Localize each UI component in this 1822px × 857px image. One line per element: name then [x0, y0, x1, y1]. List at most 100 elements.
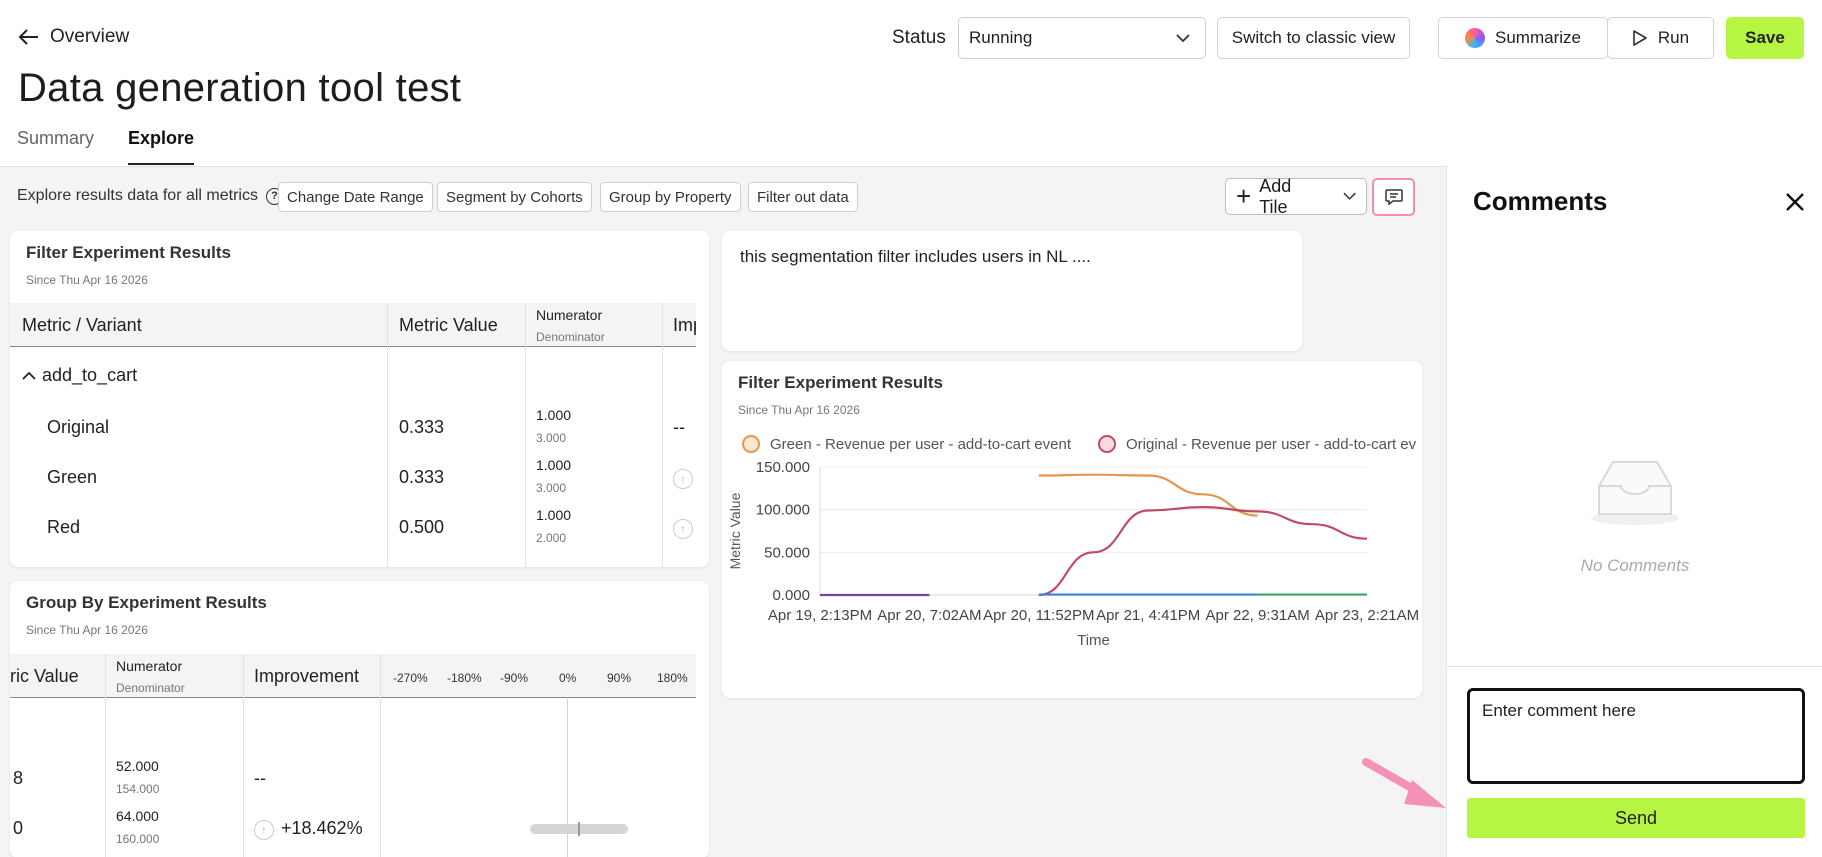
x-axis-label: Time: [1077, 632, 1110, 649]
y-tick-label: 150.000: [756, 459, 810, 476]
summarize-label: Summarize: [1495, 28, 1581, 47]
axis-tick: 90%: [607, 671, 632, 685]
header-numerator: Numerator: [536, 307, 603, 323]
panel-divider: [1447, 666, 1822, 667]
tab-explore[interactable]: Explore: [128, 128, 195, 165]
group-by-property-button[interactable]: Group by Property: [600, 182, 741, 212]
series-line: [1038, 506, 1368, 597]
empty-inbox-icon: [1591, 461, 1679, 525]
send-button[interactable]: Send: [1467, 798, 1805, 838]
denominator-value: 154.000: [116, 782, 160, 796]
back-label: Overview: [50, 26, 130, 47]
header-metric-value: ric Value: [10, 666, 79, 686]
improvement-arrow-icon: ↑: [673, 519, 693, 539]
y-tick-label: 0.000: [772, 587, 810, 604]
y-tick-label: 100.000: [756, 502, 810, 519]
axis-tick: -180%: [447, 671, 482, 685]
header-improvement: Imp: [673, 315, 696, 335]
arrow-left-icon: [18, 29, 38, 45]
filter-results-table: Metric / Variant Metric Value Numerator …: [10, 303, 696, 567]
note-card[interactable]: this segmentation filter includes users …: [722, 231, 1302, 351]
axis-tick: 180%: [657, 671, 688, 685]
play-icon: [1633, 30, 1647, 46]
numerator-value: 1.000: [536, 457, 572, 473]
improvement-arrow-icon: ↑: [673, 469, 693, 489]
group-label: add_to_cart: [42, 365, 138, 385]
improvement-value: --: [254, 768, 266, 788]
ai-orb-icon: [1465, 28, 1486, 48]
explore-description: Explore results data for all metrics ?: [17, 187, 283, 205]
group-row[interactable]: add_to_cart: [22, 365, 137, 386]
x-tick-label: Apr 19, 2:13PM: [768, 607, 872, 624]
add-tile-label: Add Tile: [1259, 175, 1292, 217]
change-date-range-button[interactable]: Change Date Range: [278, 182, 433, 212]
empty-comments-text: No Comments: [1580, 556, 1690, 575]
explore-text: Explore results data for all metrics: [17, 187, 258, 204]
back-link[interactable]: Overview: [18, 26, 129, 48]
run-button[interactable]: Run: [1607, 17, 1714, 59]
numerator-value: 1.000: [536, 407, 572, 423]
header-denominator: Denominator: [116, 681, 185, 695]
tab-summary[interactable]: Summary: [17, 128, 94, 165]
header-metric-variant: Metric / Variant: [22, 315, 142, 335]
switch-classic-label: Switch to classic view: [1231, 28, 1396, 47]
improvement-value: +18.462%: [281, 818, 363, 838]
numerator-value: 64.000: [116, 808, 159, 824]
switch-classic-view-button[interactable]: Switch to classic view: [1217, 17, 1410, 59]
comments-toggle-button[interactable]: [1372, 178, 1415, 216]
x-tick-label: Apr 23, 2:21AM: [1315, 607, 1419, 624]
note-text: this segmentation filter includes users …: [740, 247, 1091, 266]
filter-results-card: Filter Experiment Results Since Thu Apr …: [10, 231, 709, 567]
improvement-arrow-icon: ↑: [254, 820, 274, 840]
status-select[interactable]: Running: [958, 17, 1206, 59]
add-tile-button[interactable]: + Add Tile: [1225, 175, 1367, 217]
run-label: Run: [1657, 28, 1690, 47]
metric-value: 0.500: [399, 517, 445, 537]
denominator-value: 3.000: [536, 431, 567, 445]
y-tick-label: 50.000: [764, 544, 810, 561]
segment-by-cohorts-button[interactable]: Segment by Cohorts: [437, 182, 592, 212]
comment-input[interactable]: [1467, 688, 1805, 784]
metric-value: 0.333: [399, 467, 445, 487]
metric-value: 8: [13, 768, 24, 788]
filter-out-data-button[interactable]: Filter out data: [748, 182, 858, 212]
status-label: Status: [892, 27, 946, 48]
comments-title: Comments: [1473, 186, 1608, 216]
numerator-value: 52.000: [116, 758, 159, 774]
card-subtitle: Since Thu Apr 16 2026: [26, 623, 148, 637]
card-title: Filter Experiment Results: [26, 243, 232, 262]
pointer-arrow-icon: [1362, 758, 1446, 808]
line-chart: 150.000 100.000 50.000 0.000 Apr 19, 2:13PM A…: [727, 459, 1419, 649]
save-button[interactable]: Save: [1726, 17, 1804, 59]
save-label: Save: [1745, 28, 1785, 47]
header-denominator: Denominator: [536, 330, 605, 344]
chevron-up-icon: [22, 371, 36, 380]
metric-value: 0: [13, 818, 24, 838]
summarize-button[interactable]: Summarize: [1438, 17, 1608, 59]
chevron-down-icon: [1176, 34, 1190, 43]
comment-icon: [1384, 189, 1403, 206]
variant-name: Red: [47, 517, 81, 537]
improvement-value: --: [673, 417, 685, 437]
card-subtitle: Since Thu Apr 16 2026: [26, 273, 148, 287]
status-value: Running: [969, 28, 1033, 47]
x-tick-label: Apr 21, 4:41PM: [1096, 607, 1200, 624]
explore-area: Explore results data for all metrics ? C…: [0, 166, 1446, 857]
axis-tick: -90%: [500, 671, 529, 685]
numerator-value: 1.000: [536, 507, 572, 523]
comments-panel: Comments No Comments Send: [1446, 166, 1822, 857]
card-title: Group By Experiment Results: [26, 593, 267, 612]
close-icon[interactable]: [1783, 190, 1807, 214]
page-title: Data generation tool test: [18, 66, 462, 110]
denominator-value: 160.000: [116, 832, 160, 846]
x-tick-label: Apr 20, 11:52PM: [983, 607, 1094, 624]
tab-bar: Summary Explore: [17, 128, 195, 165]
axis-tick: 0%: [559, 671, 577, 685]
header-improvement: Improvement: [254, 666, 360, 686]
chevron-down-icon: [1343, 192, 1356, 200]
header-metric-value: Metric Value: [399, 315, 498, 335]
variant-name: Original: [47, 417, 110, 437]
x-tick-label: Apr 22, 9:31AM: [1205, 607, 1309, 624]
axis-tick: -270%: [393, 671, 428, 685]
x-tick-label: Apr 20, 7:02AM: [877, 607, 981, 624]
